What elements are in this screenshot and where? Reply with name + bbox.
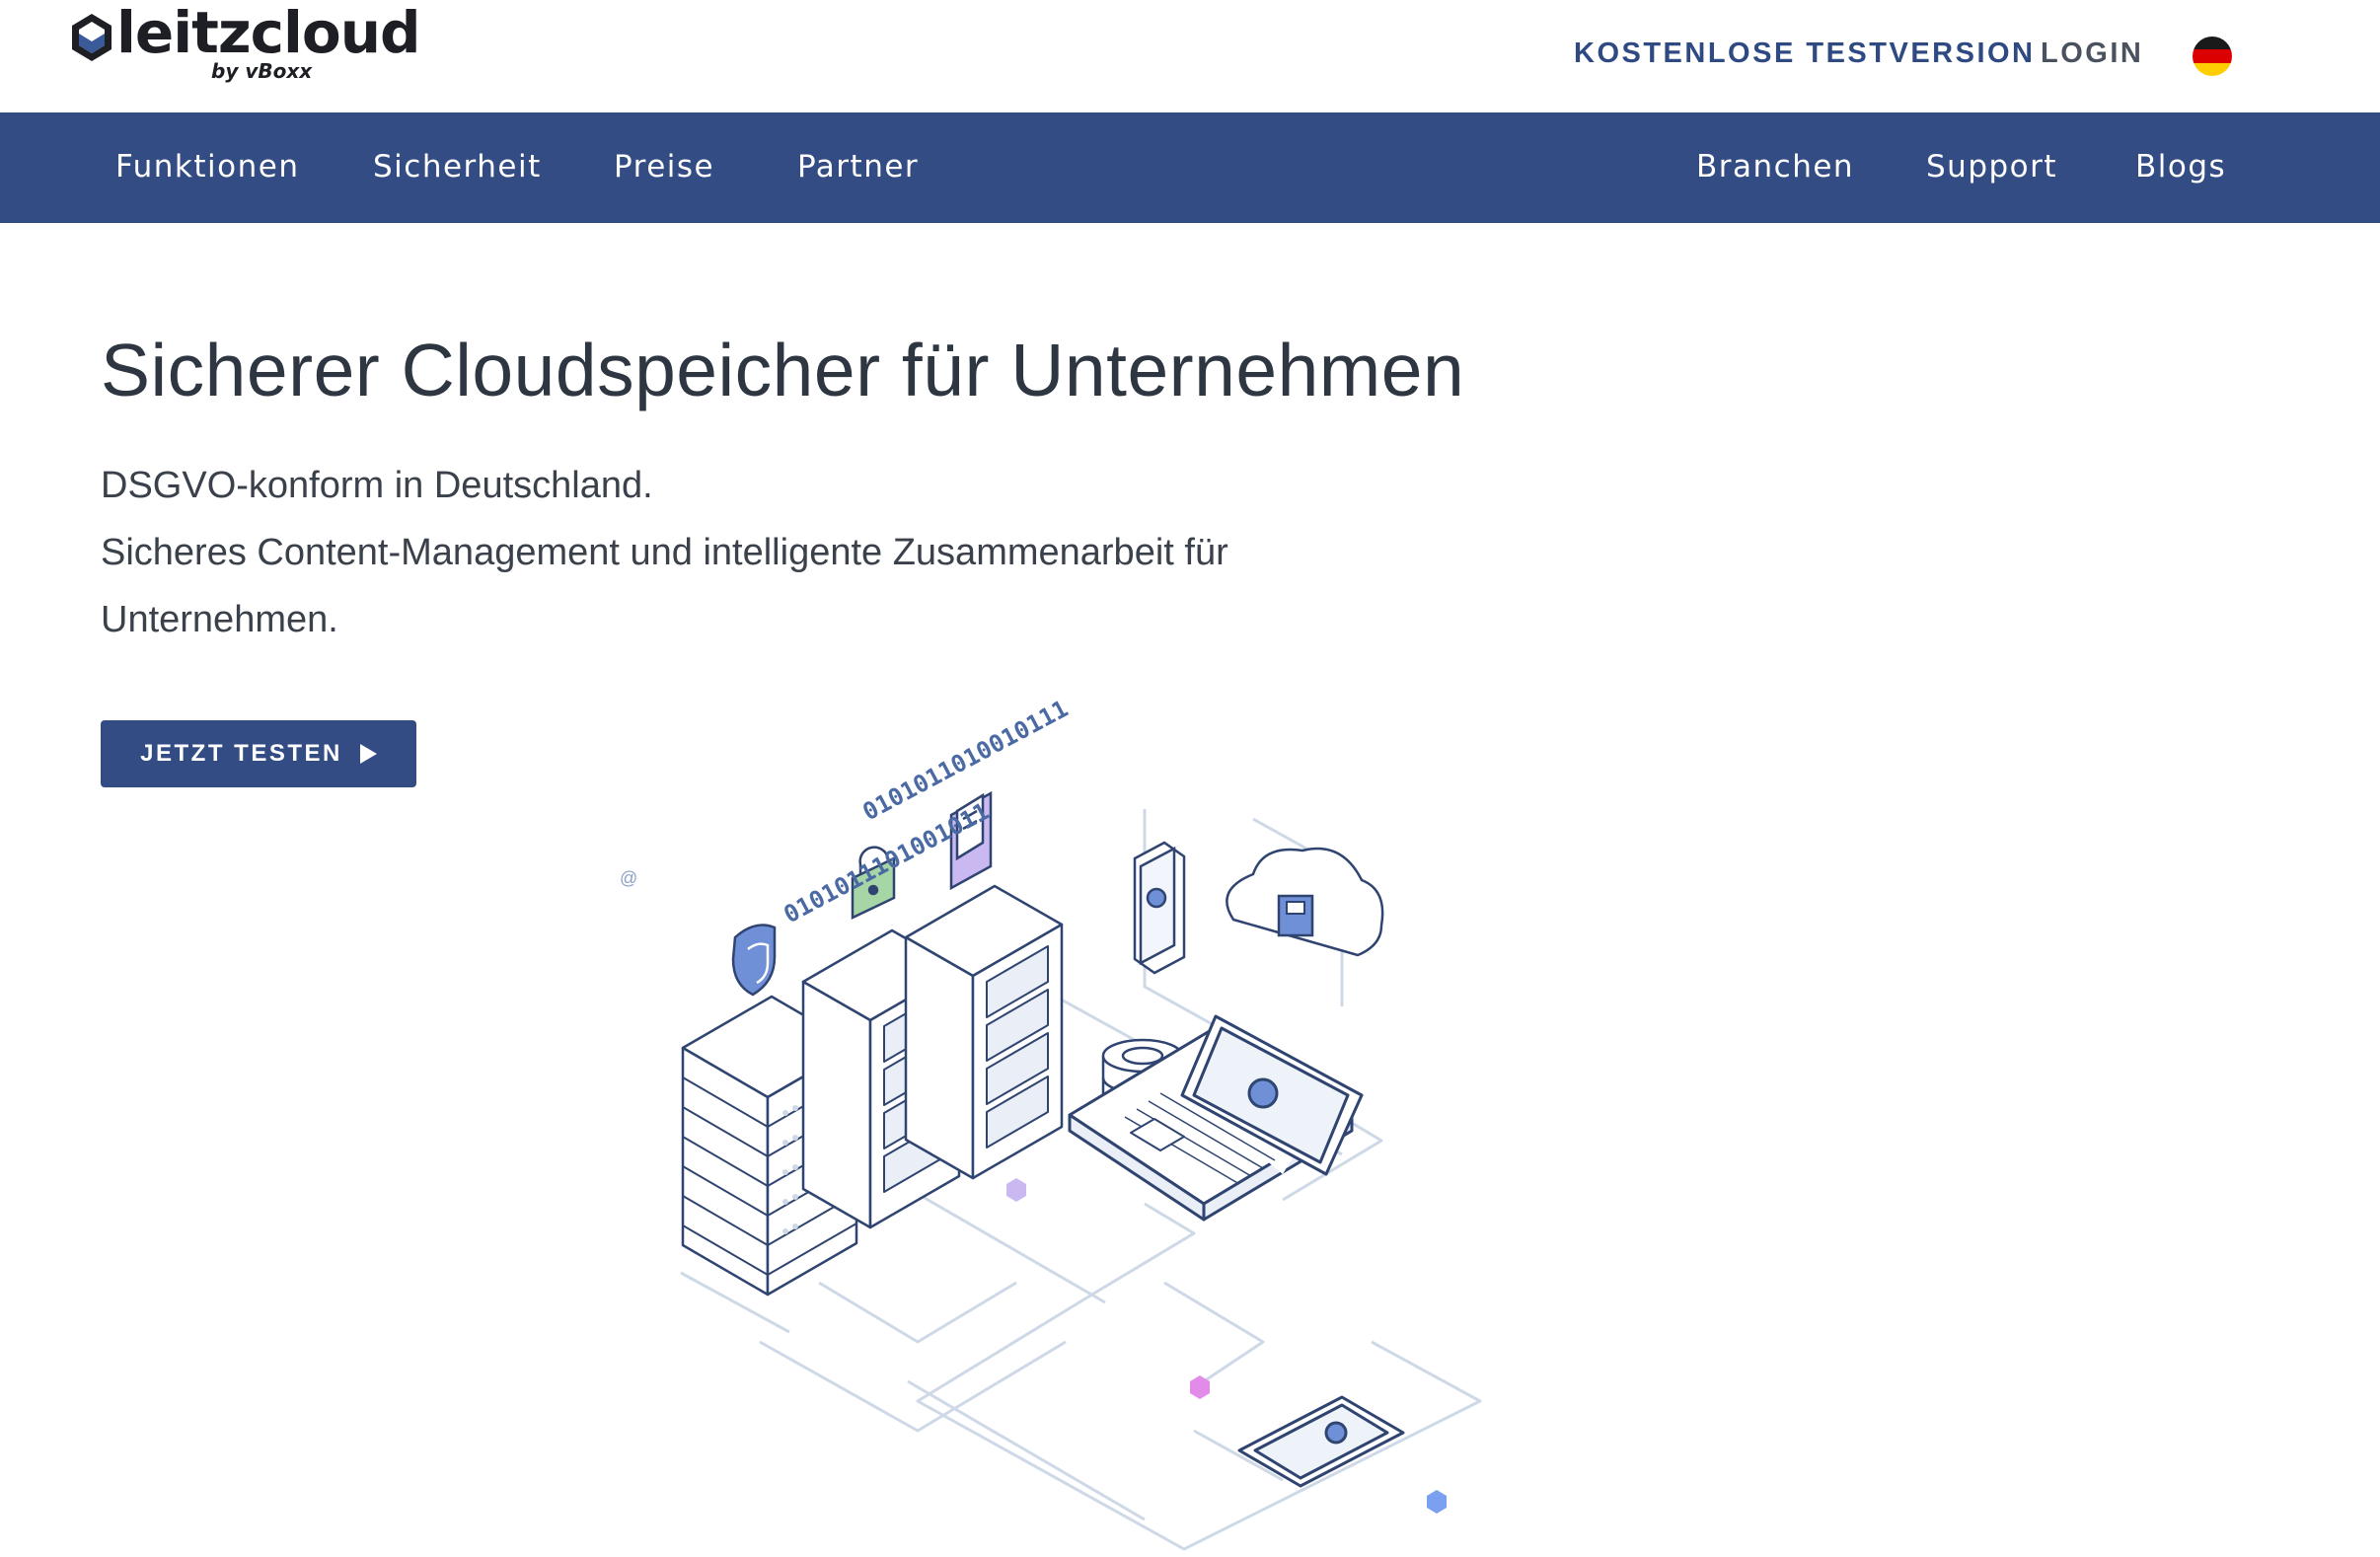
hero-line-3: Unternehmen.: [101, 599, 338, 640]
main-nav: Funktionen Sicherheit Preise Partner Bra…: [0, 112, 2380, 223]
hero-line-2: Sicheres Content-Management und intellig…: [101, 532, 1228, 573]
shield-icon: [731, 924, 777, 997]
small-mark: @: [620, 868, 637, 888]
hero-illustration: 0101011101001011 0101011010010111 @: [620, 695, 1482, 1551]
brand-byline: by vBoxx: [211, 59, 313, 83]
hero-description: DSGVO-konform in Deutschland. Sicheres C…: [101, 452, 1383, 653]
free-trial-link[interactable]: KOSTENLOSE TESTVERSION: [1574, 37, 2036, 70]
nav-item-support[interactable]: Support: [1926, 150, 2057, 184]
logo-mark-icon: [72, 14, 112, 61]
brand-name: leitzcloud: [116, 0, 420, 66]
nav-item-funktionen[interactable]: Funktionen: [115, 150, 299, 184]
flag-germany-icon[interactable]: [2193, 37, 2232, 76]
hero-line-1: DSGVO-konform in Deutschland.: [101, 465, 653, 506]
smartphone-icon: [1133, 841, 1186, 975]
login-link[interactable]: LOGIN: [2041, 37, 2143, 70]
top-bar: leitzcloud by vBoxx KOSTENLOSE TESTVERSI…: [0, 0, 2380, 112]
play-arrow-icon: [359, 744, 377, 764]
tablet-icon: [1237, 1395, 1405, 1488]
try-now-label: JETZT TESTEN: [140, 740, 342, 767]
nav-item-preise[interactable]: Preise: [614, 150, 714, 184]
try-now-button[interactable]: JETZT TESTEN: [101, 720, 416, 787]
nav-item-branchen[interactable]: Branchen: [1696, 150, 1854, 184]
cloud-storage-icon: [1226, 847, 1384, 957]
nav-item-blogs[interactable]: Blogs: [2135, 150, 2226, 184]
brand-logo[interactable]: leitzcloud by vBoxx: [69, 4, 424, 87]
nav-item-partner[interactable]: Partner: [797, 150, 919, 184]
page-title: Sicherer Cloudspeicher für Unternehmen: [101, 329, 1465, 411]
nav-item-sicherheit[interactable]: Sicherheit: [373, 150, 542, 184]
server-rack-icon: [904, 884, 1064, 1180]
